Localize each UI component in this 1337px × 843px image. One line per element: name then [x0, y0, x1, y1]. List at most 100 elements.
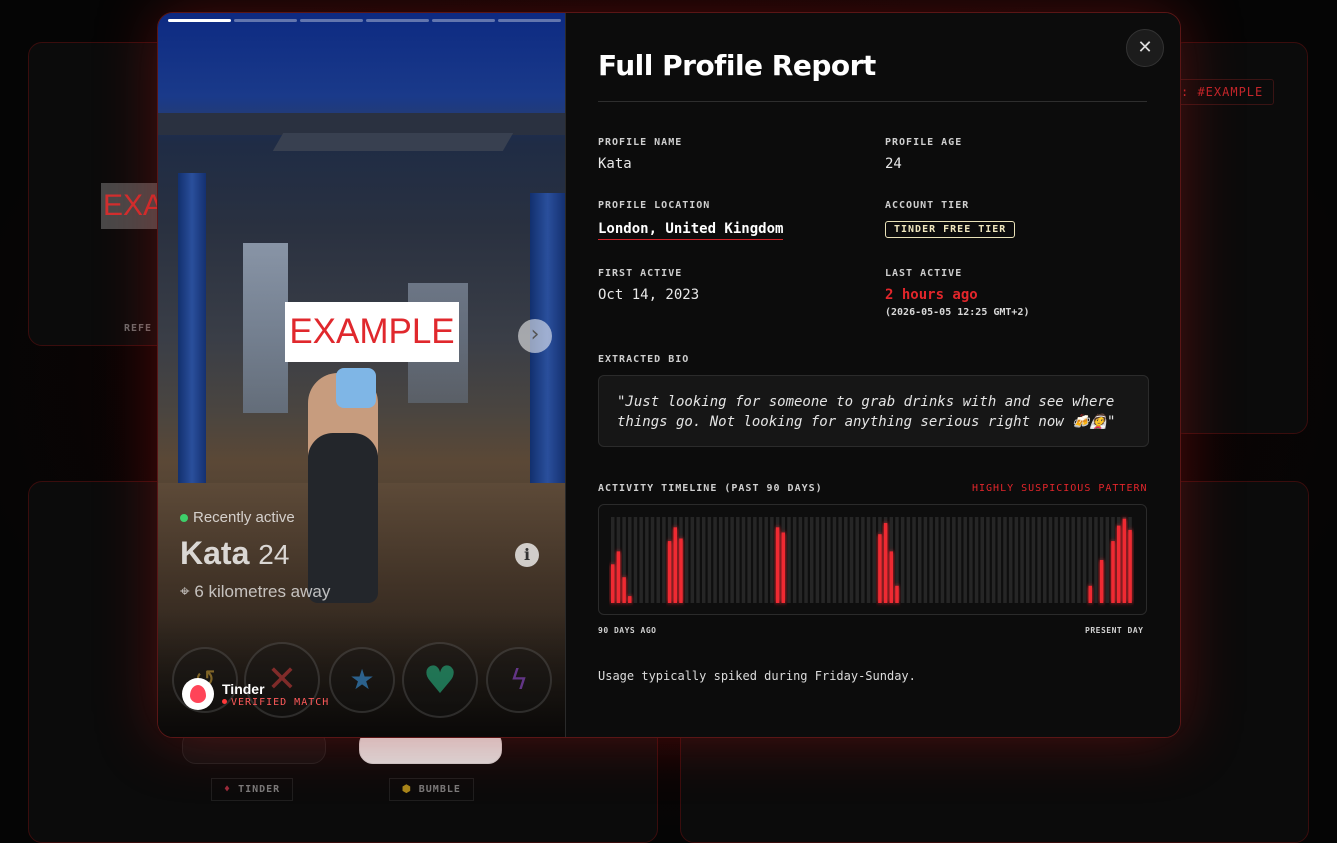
last-active-label: LAST ACTIVE [885, 268, 963, 279]
timeline-end-label: PRESENT DAY [1085, 626, 1144, 635]
timeline-day-track [923, 517, 928, 603]
activity-timeline-svg [611, 517, 1132, 603]
heart-icon[interactable]: ♥ [402, 642, 478, 718]
timeline-day-track [866, 517, 871, 603]
timeline-day-track [872, 517, 876, 603]
tinder-flame-icon: ♦ [224, 784, 232, 795]
timeline-day-track [1094, 517, 1098, 603]
activity-status: Recently active [180, 509, 295, 526]
timeline-day-track [986, 517, 990, 603]
timeline-activity-bar [611, 564, 615, 603]
timeline-day-track [1003, 517, 1007, 603]
timeline-day-track [639, 517, 643, 603]
timeline-day-track [946, 517, 950, 603]
timeline-day-track [861, 517, 865, 603]
location-pin-icon: ⌖ [180, 582, 190, 601]
background-tag: : #EXAMPLE [1170, 79, 1275, 105]
account-tier-badge: TINDER FREE TIER [885, 221, 1016, 238]
platform-badge: Tinder VERIFIED MATCH [182, 678, 329, 710]
distance-row: ⌖ 6 kilometres away [180, 582, 330, 602]
timeline-start-label: 90 DAYS AGO [598, 626, 657, 635]
background-bumble-text: BUMBLE [418, 784, 461, 795]
timeline-day-track [804, 517, 808, 603]
background-tinder-text: TINDER [238, 784, 281, 795]
profile-location-value[interactable]: London, United Kingdom [598, 221, 784, 240]
timeline-activity-bar [616, 551, 621, 603]
timeline-day-track [730, 517, 734, 603]
timeline-day-track [809, 517, 814, 603]
timeline-activity-bar [673, 527, 678, 603]
timeline-day-track [1008, 517, 1013, 603]
timeline-day-track [1020, 517, 1024, 603]
timeline-day-track [952, 517, 956, 603]
tinder-logo-icon [182, 678, 214, 710]
timeline-day-track [844, 517, 848, 603]
timeline-day-track [917, 517, 922, 603]
timeline-day-track [935, 517, 939, 603]
timeline-day-track [645, 517, 649, 603]
progress-segment [366, 19, 429, 22]
timeline-activity-bar [1088, 585, 1092, 603]
photo-progress [168, 19, 561, 22]
profile-name-text: Kata [180, 535, 250, 571]
timeline-day-track [798, 517, 803, 603]
timeline-day-track [821, 517, 825, 603]
timeline-day-track [684, 517, 689, 603]
timeline-day-track [787, 517, 791, 603]
timeline-activity-bar [1122, 518, 1127, 603]
timeline-day-track [1037, 517, 1041, 603]
example-watermark: EXAMPLE [285, 302, 459, 362]
timeline-day-track [900, 517, 905, 603]
timeline-activity-bar [1111, 541, 1115, 603]
star-icon[interactable]: ★ [329, 647, 395, 713]
timeline-day-track [633, 517, 638, 603]
extracted-bio: "Just looking for someone to grab drinks… [598, 375, 1149, 447]
photo-beam [272, 133, 514, 151]
timeline-day-track [792, 517, 797, 603]
online-dot-icon [180, 514, 188, 522]
timeline-day-track [855, 517, 859, 603]
profile-name-value: Kata [598, 156, 632, 172]
timeline-day-track [912, 517, 916, 603]
profile-age-label: PROFILE AGE [885, 137, 963, 148]
progress-segment [234, 19, 297, 22]
usage-insight: Usage typically spiked during Friday-Sun… [598, 669, 916, 683]
timeline-activity-bar [883, 523, 888, 603]
title-divider [598, 101, 1147, 102]
photo-window [243, 243, 288, 413]
progress-segment [498, 19, 561, 22]
profile-photo-card[interactable]: EXAMPLE › Recently active Kata 24 ⌖ 6 ki… [158, 13, 565, 737]
timeline-day-track [690, 517, 695, 603]
extracted-bio-label: EXTRACTED BIO [598, 354, 690, 365]
progress-segment [432, 19, 495, 22]
info-icon[interactable]: i [515, 543, 539, 567]
timeline-day-track [713, 517, 717, 603]
timeline-activity-bar [775, 527, 780, 603]
timeline-day-track [1054, 517, 1058, 603]
timeline-activity-bar [679, 538, 683, 603]
first-active-label: FIRST ACTIVE [598, 268, 683, 279]
timeline-day-track [736, 517, 740, 603]
timeline-day-track [628, 517, 632, 603]
timeline-day-track [707, 517, 712, 603]
chevron-right-icon[interactable]: › [518, 319, 552, 353]
timeline-day-track [1060, 517, 1064, 603]
close-icon[interactable]: ✕ [1126, 29, 1164, 67]
photo-beam [158, 113, 565, 135]
photo-pillar [178, 173, 206, 493]
lightning-icon[interactable]: ϟ [486, 647, 552, 713]
verified-match: VERIFIED MATCH [222, 697, 329, 708]
timeline-day-track [758, 517, 763, 603]
background-bumble-label: ⬢ BUMBLE [389, 778, 474, 801]
distance-text: 6 kilometres away [194, 582, 331, 601]
timeline-day-track [1065, 517, 1070, 603]
timeline-day-track [741, 517, 746, 603]
timeline-day-track [764, 517, 768, 603]
timeline-activity-bar [1116, 525, 1121, 603]
last-active-timestamp: (2026-05-05 12:25 GMT+2) [885, 307, 1030, 318]
timeline-activity-bar [628, 596, 632, 603]
timeline-day-track [1014, 517, 1019, 603]
activity-status-text: Recently active [193, 509, 295, 526]
timeline-day-track [969, 517, 973, 603]
timeline-activity-bar [889, 551, 894, 603]
